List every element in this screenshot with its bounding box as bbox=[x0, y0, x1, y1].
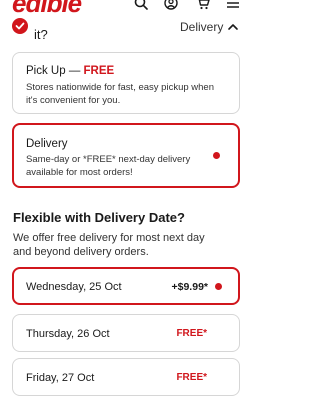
pickup-option-card[interactable]: Pick Up — FREE Stores nationwide for fas… bbox=[12, 52, 240, 114]
flexible-date-description: We offer free delivery for most next day… bbox=[13, 232, 205, 258]
delivery-option-description: Same-day or *FREE* next-day delivery ava… bbox=[26, 154, 191, 178]
delivery-option-title: Delivery bbox=[26, 138, 68, 150]
pickup-option-description: Stores nationwide for fast, easy pickup … bbox=[26, 82, 214, 106]
check-icon bbox=[12, 18, 28, 34]
delivery-option-card[interactable]: Delivery Same-day or *FREE* next-day del… bbox=[12, 123, 240, 188]
date-option[interactable]: Wednesday, 25 Oct +$9.99* bbox=[12, 267, 240, 305]
edible-logo[interactable]: edible bbox=[12, 0, 82, 14]
flexible-date-heading: Flexible with Delivery Date? bbox=[13, 210, 185, 225]
date-option[interactable]: Friday, 27 Oct FREE* bbox=[12, 358, 240, 396]
search-icon[interactable] bbox=[134, 0, 148, 10]
date-price: +$9.99* bbox=[171, 281, 209, 293]
pickup-title-label: Pick Up — bbox=[26, 65, 84, 77]
cart-icon[interactable] bbox=[196, 0, 210, 10]
date-price: FREE* bbox=[176, 328, 207, 339]
chevron-up-icon[interactable] bbox=[227, 22, 239, 32]
account-icon[interactable] bbox=[164, 0, 178, 10]
date-price: FREE* bbox=[176, 372, 207, 383]
menu-icon[interactable] bbox=[226, 0, 240, 10]
delivery-method-section-header[interactable]: it? Delivery bbox=[0, 14, 253, 44]
selected-indicator bbox=[213, 152, 220, 159]
date-label: Friday, 27 Oct bbox=[26, 372, 95, 384]
pickup-free-label: FREE bbox=[83, 65, 115, 77]
section-question: it? bbox=[34, 27, 48, 42]
section-selected-value: Delivery bbox=[180, 20, 224, 34]
site-header: edible bbox=[0, 0, 253, 14]
selected-indicator bbox=[215, 283, 222, 290]
date-option[interactable]: Thursday, 26 Oct FREE* bbox=[12, 314, 240, 352]
date-label: Thursday, 26 Oct bbox=[26, 328, 110, 340]
date-label: Wednesday, 25 Oct bbox=[26, 281, 122, 293]
pickup-option-title: Pick Up — FREE bbox=[26, 65, 114, 77]
